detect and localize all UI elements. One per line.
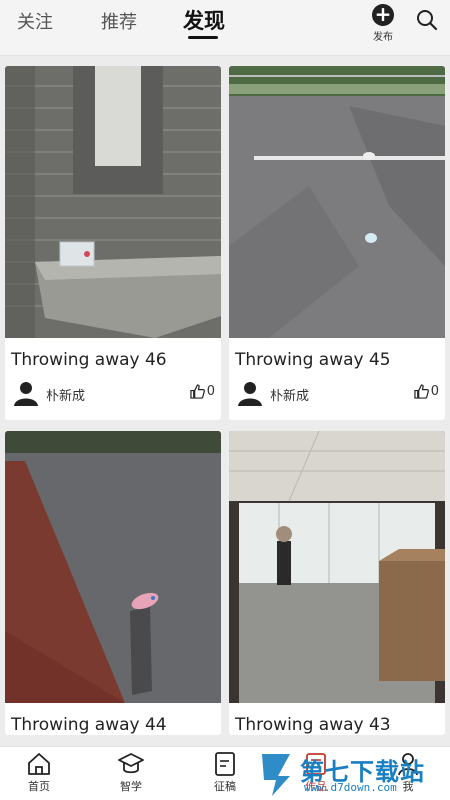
nav-label: 征稿 [214,780,236,793]
thumbs-up-icon [414,384,429,399]
nav-label: 智学 [120,780,142,793]
nav-submissions[interactable]: 征稿 [195,751,255,794]
avatar[interactable] [237,380,263,406]
card-throwing-away-46[interactable]: Throwing away 46 朴新成 0 [5,66,221,420]
watermark: 第七下载站 www.d7down.com [254,748,450,800]
home-icon [28,753,50,775]
card-photo-pavement[interactable] [5,431,221,703]
nav-label: 首页 [28,780,50,793]
card-title[interactable]: Throwing away 45 [229,338,445,370]
avatar[interactable] [13,380,39,406]
card-title[interactable]: Throwing away 46 [5,338,221,370]
tab-following[interactable]: 关注 [17,8,53,34]
card-throwing-away-43[interactable]: Throwing away 43 [229,431,445,735]
nav-home[interactable]: 首页 [9,751,69,794]
search-icon[interactable] [415,8,439,32]
author-name[interactable]: 朴新成 [46,385,85,404]
nav-learn[interactable]: 智学 [101,751,161,794]
tab-discover[interactable]: 发现 [183,5,225,35]
card-title[interactable]: Throwing away 44 [5,703,221,735]
card-photo-road[interactable] [229,66,445,338]
like-count: 0 [430,384,439,399]
feed-grid: Throwing away 46 朴新成 0 Throwing away 45 … [0,56,450,746]
like-count: 0 [206,384,215,399]
card-title[interactable]: Throwing away 43 [229,703,445,735]
thumbs-up-icon [190,384,205,399]
like-button[interactable]: 0 [414,384,439,399]
watermark-logo-icon [262,754,290,796]
top-bar: 关注 推荐 发现 + 发布 [0,0,450,56]
active-tab-indicator [188,36,218,39]
tab-recommended[interactable]: 推荐 [101,8,137,34]
card-throwing-away-44[interactable]: Throwing away 44 [5,431,221,735]
card-throwing-away-45[interactable]: Throwing away 45 朴新成 0 [229,66,445,420]
document-icon [215,752,235,776]
card-photo-wall[interactable] [5,66,221,338]
card-photo-interior[interactable] [229,431,445,703]
like-button[interactable]: 0 [190,384,215,399]
publish-label: 发布 [373,32,393,43]
graduation-cap-icon [118,753,144,774]
publish-button[interactable]: + 发布 [368,4,398,43]
watermark-url: www.d7down.com [304,781,397,794]
plus-icon: + [372,4,394,26]
author-name[interactable]: 朴新成 [270,385,309,404]
